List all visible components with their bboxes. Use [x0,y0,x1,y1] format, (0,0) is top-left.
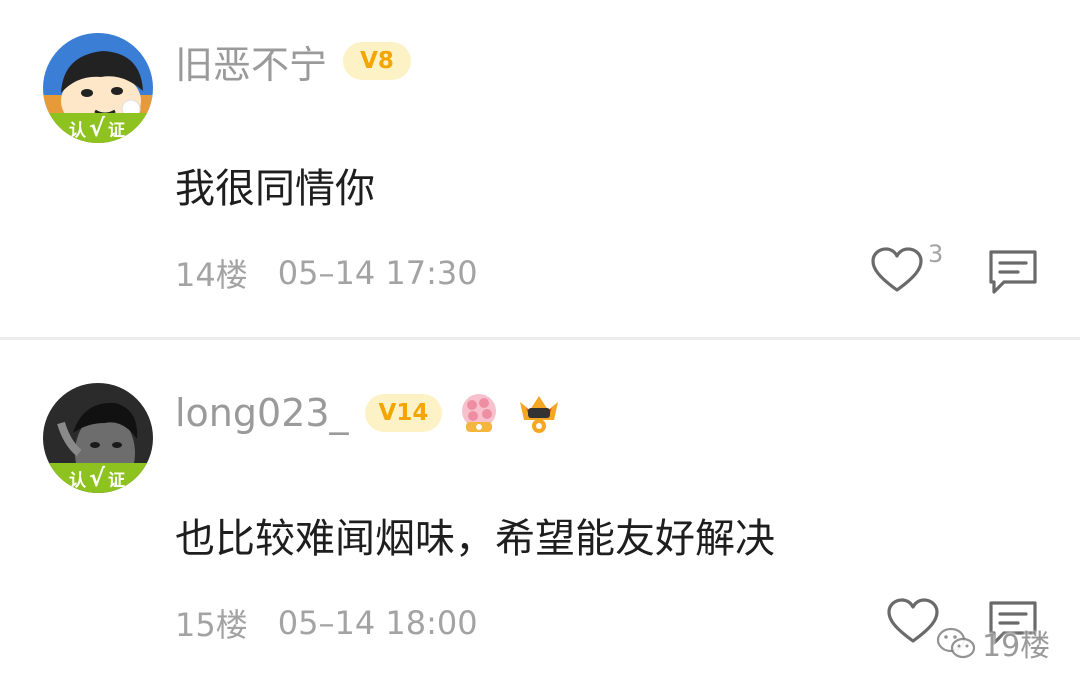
verify-label-left: 认 [68,470,88,491]
level-badge: V8 [343,42,412,80]
flower-medal-icon [462,394,497,432]
like-button[interactable] [885,597,941,647]
username[interactable]: 旧恶不宁 [175,34,327,89]
reply-button[interactable] [986,247,1040,297]
like-count: 3 [928,240,944,268]
comment-icon [989,250,1037,294]
username[interactable]: long023_ [175,391,349,435]
wechat-icon [936,627,976,659]
user-info-row: long023_ V14 [175,388,562,438]
verify-check-icon: √ [88,464,107,492]
verify-label-left: 认 [68,120,88,141]
heart-icon [871,247,923,292]
comment-meta: 14楼 05–14 17:30 [175,251,478,295]
verified-badge: 认 √ 证 [43,113,153,143]
floor-number: 15楼 [175,606,248,644]
comment-meta: 15楼 05–14 18:00 [175,601,478,645]
comment-list: 认 √ 证 旧恶不宁 V8 我很同情你 14楼 05–14 17:30 3 认 … [0,0,1080,689]
verify-check-icon: √ [88,114,107,142]
watermark-text: 19楼 [982,629,1051,664]
comment-time: 05–14 17:30 [277,254,478,292]
level-badge: V14 [364,394,443,432]
floor-number: 14楼 [175,256,248,294]
verify-label-right: 证 [108,470,127,491]
comment-text: 我很同情你 [175,166,375,212]
avatar[interactable]: 认 √ 证 [43,383,153,493]
verify-label-right: 证 [108,120,127,141]
verified-badge: 认 √ 证 [43,463,153,493]
watermark: 19楼 [936,623,1051,664]
comment-time: 05–14 18:00 [277,604,478,642]
user-info-row: 旧恶不宁 V8 [175,34,412,89]
comment-text: 也比较难闻烟味，希望能友好解决 [175,516,775,562]
comment-item: 认 √ 证 旧恶不宁 V8 我很同情你 14楼 05–14 17:30 3 [0,0,1080,338]
comment-item: 认 √ 证 long023_ V14 也比较难闻烟味，希望能友好解决 15楼 0… [0,340,1080,689]
like-button[interactable] [869,246,925,296]
heart-icon [887,598,939,643]
crown-medal-icon [520,396,559,433]
avatar[interactable]: 认 √ 证 [43,33,153,143]
